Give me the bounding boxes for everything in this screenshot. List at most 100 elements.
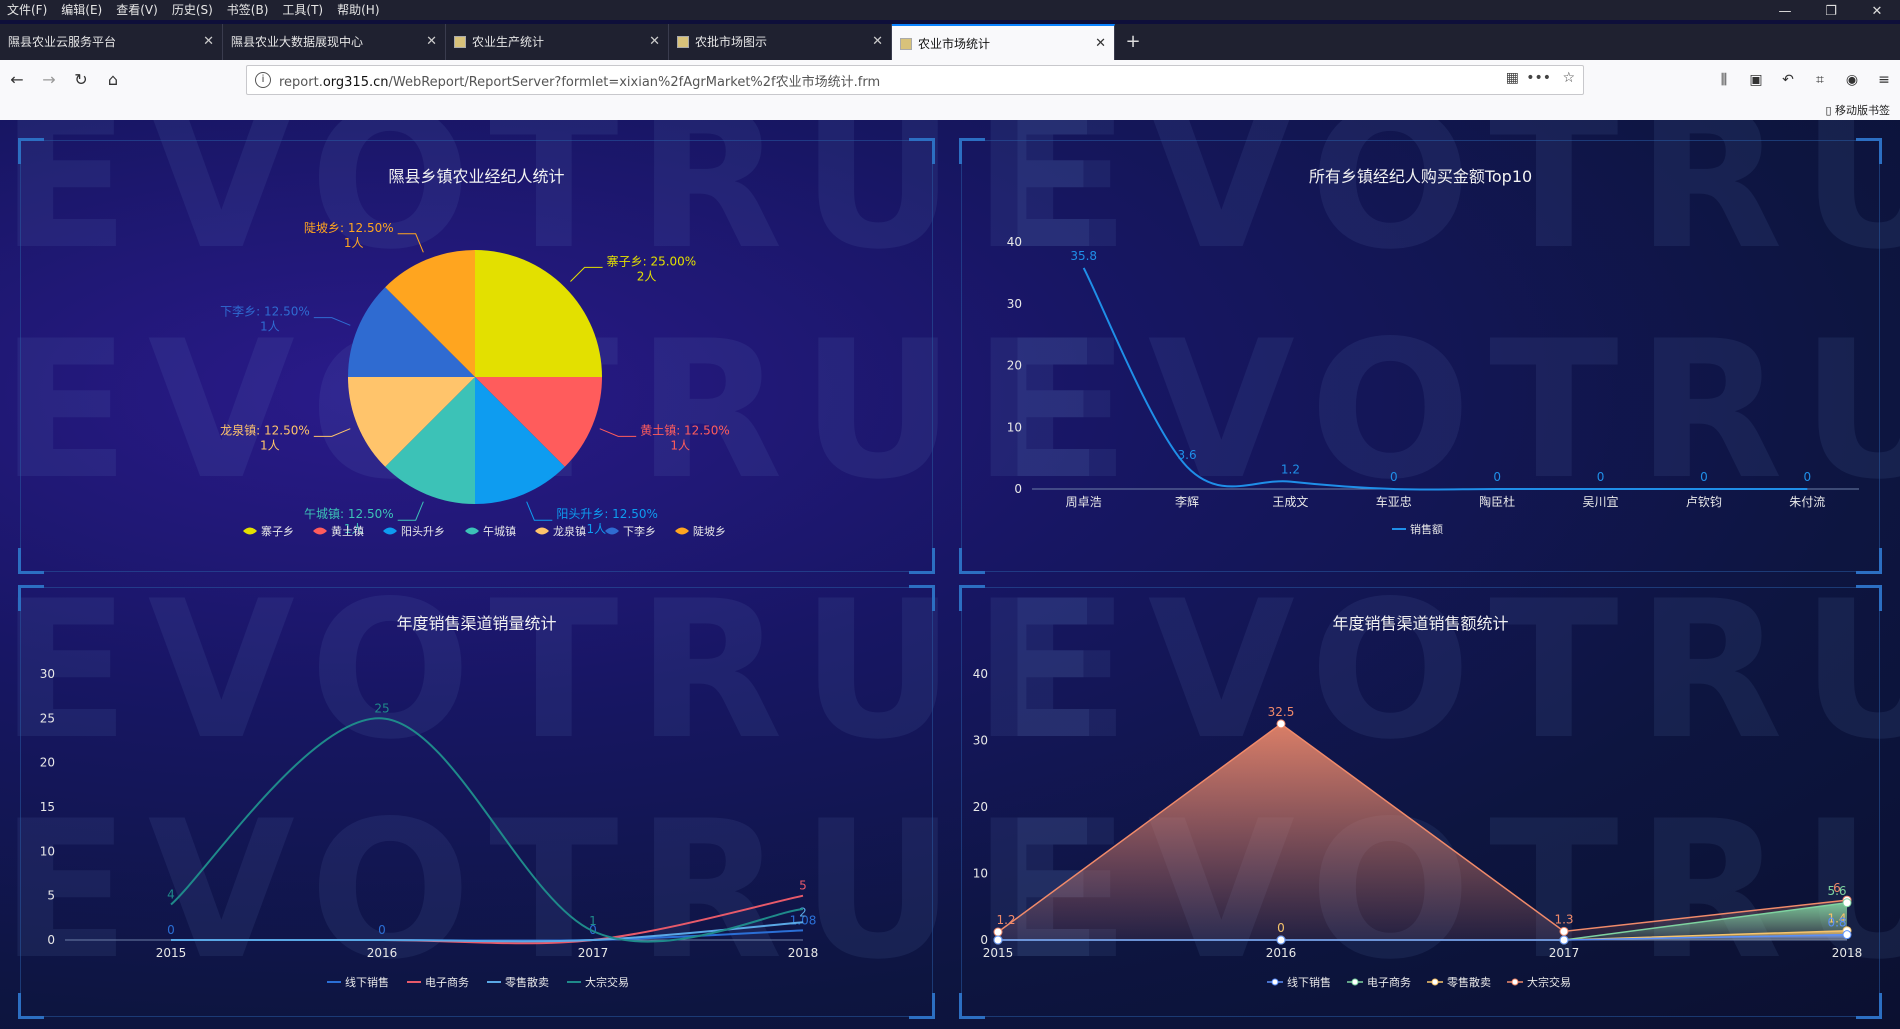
line-chart: 0510152025302015 2016 2017 20180 0 01.0852425… bbox=[40, 667, 819, 989]
legend-marker bbox=[465, 527, 479, 535]
menu-bookmarks[interactable]: 书签(B) bbox=[220, 0, 276, 20]
slice-label: 午城镇: 12.50% bbox=[304, 507, 394, 521]
report-canvas: EVOTRUE EVOTRUE EVOTRUE EVOTRUE EVOTRUE … bbox=[0, 120, 1900, 1029]
legend-marker-dot bbox=[1271, 978, 1279, 986]
library-icon[interactable]: ⫼ bbox=[1708, 65, 1740, 95]
data-label: 1.2 bbox=[1281, 463, 1300, 477]
legend-label: 午城镇 bbox=[483, 524, 516, 538]
address-bar[interactable]: i report.org315.cn/WebReport/ReportServe… bbox=[246, 65, 1584, 95]
tab-bar: 隰县农业云服务平台 ✕ 隰县农业大数据展现中心 ✕ 农业生产统计 ✕ 农批市场图示 ✕ … bbox=[0, 24, 1900, 60]
info-icon[interactable]: i bbox=[255, 72, 271, 88]
menu-help[interactable]: 帮助(H) bbox=[330, 0, 386, 20]
panel-volume-line: 年度销售渠道销量统计 0 5 10 15 20 25 30 2015 2016 2017 2018 0… bbox=[18, 585, 935, 1019]
tab-bigdata-center[interactable]: 隰县农业大数据展现中心 ✕ bbox=[223, 24, 446, 60]
close-tab-icon[interactable]: ✕ bbox=[872, 24, 883, 60]
data-label: 2 bbox=[799, 905, 807, 919]
star-icon[interactable]: ☆ bbox=[1562, 70, 1575, 86]
data-label: 1.2 bbox=[996, 913, 1015, 927]
menu-tools[interactable]: 工具(T) bbox=[275, 0, 330, 20]
data-label: 0 bbox=[378, 923, 386, 937]
tab-label: 隰县农业云服务平台 bbox=[8, 35, 117, 49]
restore-button[interactable]: ❐ bbox=[1808, 0, 1854, 24]
legend-marker-dot bbox=[1511, 978, 1519, 986]
data-label: 0 bbox=[167, 923, 175, 937]
x-tick-label: 车亚忠 bbox=[1376, 494, 1412, 509]
toolbar-right: ⫼ ▣ ↶ ⌗ ◉ ≡ bbox=[1708, 65, 1900, 95]
tab-cloud-platform[interactable]: 隰县农业云服务平台 ✕ bbox=[0, 24, 223, 60]
data-label: 0 bbox=[1803, 470, 1811, 484]
label-leader-line bbox=[599, 428, 637, 437]
label-leader-line bbox=[570, 266, 603, 282]
hamburger-menu-icon[interactable]: ≡ bbox=[1868, 65, 1900, 95]
close-tab-icon[interactable]: ✕ bbox=[203, 24, 214, 60]
slice-label: 下李乡: 12.50% bbox=[220, 304, 310, 319]
tab-label: 农业生产统计 bbox=[472, 35, 545, 49]
new-tab-button[interactable]: + bbox=[1115, 24, 1151, 60]
legend-marker bbox=[243, 527, 257, 535]
url-text[interactable]: report.org315.cn/WebReport/ReportServer?… bbox=[279, 71, 880, 90]
tab-label: 农业市场统计 bbox=[918, 37, 991, 51]
tab-market-stats[interactable]: 农业市场统计 ✕ bbox=[892, 24, 1115, 60]
undo-icon[interactable]: ↶ bbox=[1772, 65, 1804, 95]
close-tab-icon[interactable]: ✕ bbox=[426, 24, 437, 60]
legend-label: 阳头升乡 bbox=[401, 525, 445, 538]
series-area bbox=[998, 723, 1847, 940]
page-favicon-icon bbox=[454, 36, 466, 48]
label-leader-line bbox=[313, 317, 351, 326]
close-tab-icon[interactable]: ✕ bbox=[649, 24, 660, 60]
x-tick-label: 李辉 bbox=[1175, 494, 1199, 509]
legend-marker-dot bbox=[1431, 978, 1439, 986]
area-chart: 0102030402015 2016 2017 20181.232.51.365.60… bbox=[973, 667, 1863, 989]
close-window-button[interactable]: ✕ bbox=[1854, 0, 1900, 24]
more-icon[interactable]: ••• bbox=[1526, 70, 1551, 86]
label-leader-line bbox=[313, 428, 351, 437]
menu-view[interactable]: 查看(V) bbox=[109, 0, 165, 20]
slice-count-label: 2人 bbox=[637, 269, 657, 283]
qr-code-icon[interactable]: ▦ bbox=[1506, 70, 1519, 86]
data-point bbox=[1276, 719, 1286, 729]
data-label: 4 bbox=[167, 888, 175, 902]
navigation-bar: ← → ↻ ⌂ i report.org315.cn/WebReport/Rep… bbox=[0, 60, 1900, 100]
legend-label: 线下销售 bbox=[345, 975, 389, 989]
data-label: 0.8 bbox=[1827, 916, 1846, 930]
y-tick-label: 20 bbox=[40, 756, 55, 770]
pie-chart: 寨子乡: 25.00%2人黄土镇: 12.50%1人阳头升乡: 12.50%1人… bbox=[220, 221, 730, 538]
x-tick-label: 2016 bbox=[367, 946, 398, 960]
mobile-bookmarks[interactable]: ▯ 移动版书签 bbox=[1825, 102, 1890, 118]
data-label: 35.8 bbox=[1070, 249, 1097, 263]
menu-edit[interactable]: 编辑(E) bbox=[54, 0, 109, 20]
y-tick-label: 5 bbox=[47, 889, 55, 903]
minimize-button[interactable]: — bbox=[1762, 0, 1808, 24]
panel-broker-pie: 隰县乡镇农业经纪人统计 寨子乡: 25.00% 2人 黄土镇: 12.50% 1人 阳头… bbox=[18, 138, 935, 574]
x-tick-label: 周卓浩 bbox=[1066, 495, 1102, 509]
home-icon[interactable]: ⌂ bbox=[98, 65, 128, 95]
menu-file[interactable]: 文件(F) bbox=[0, 0, 54, 20]
forward-arrow-icon[interactable]: → bbox=[34, 65, 64, 95]
data-label: 5 bbox=[799, 879, 807, 893]
legend-marker bbox=[313, 527, 327, 535]
screenshot-icon[interactable]: ⌗ bbox=[1804, 65, 1836, 95]
reload-icon[interactable]: ↻ bbox=[66, 65, 96, 95]
slice-label: 龙泉镇: 12.50% bbox=[220, 423, 310, 437]
x-tick-label: 2017 bbox=[1549, 946, 1580, 960]
x-tick-label: 2018 bbox=[788, 946, 819, 960]
slice-count-label: 1人 bbox=[670, 438, 690, 452]
data-point bbox=[1842, 930, 1852, 940]
sidebar-icon[interactable]: ▣ bbox=[1740, 65, 1772, 95]
legend-label: 大宗交易 bbox=[1527, 975, 1571, 989]
legend-label: 电子商务 bbox=[1367, 975, 1411, 989]
data-label: 1 bbox=[589, 914, 597, 928]
close-tab-icon[interactable]: ✕ bbox=[1095, 26, 1106, 60]
y-tick-label: 30 bbox=[1007, 297, 1022, 311]
legend-label: 黄土镇 bbox=[331, 524, 364, 538]
menu-history[interactable]: 历史(S) bbox=[165, 0, 220, 20]
y-tick-label: 40 bbox=[1007, 235, 1022, 249]
tab-wholesale-market[interactable]: 农批市场图示 ✕ bbox=[669, 24, 892, 60]
tab-production-stats[interactable]: 农业生产统计 ✕ bbox=[446, 24, 669, 60]
label-leader-line bbox=[397, 233, 424, 253]
chat-icon[interactable]: ◉ bbox=[1836, 65, 1868, 95]
back-arrow-icon[interactable]: ← bbox=[2, 65, 32, 95]
y-tick-label: 10 bbox=[1007, 420, 1022, 434]
y-tick-label: 25 bbox=[40, 711, 55, 725]
x-tick-label: 2015 bbox=[983, 946, 1014, 960]
